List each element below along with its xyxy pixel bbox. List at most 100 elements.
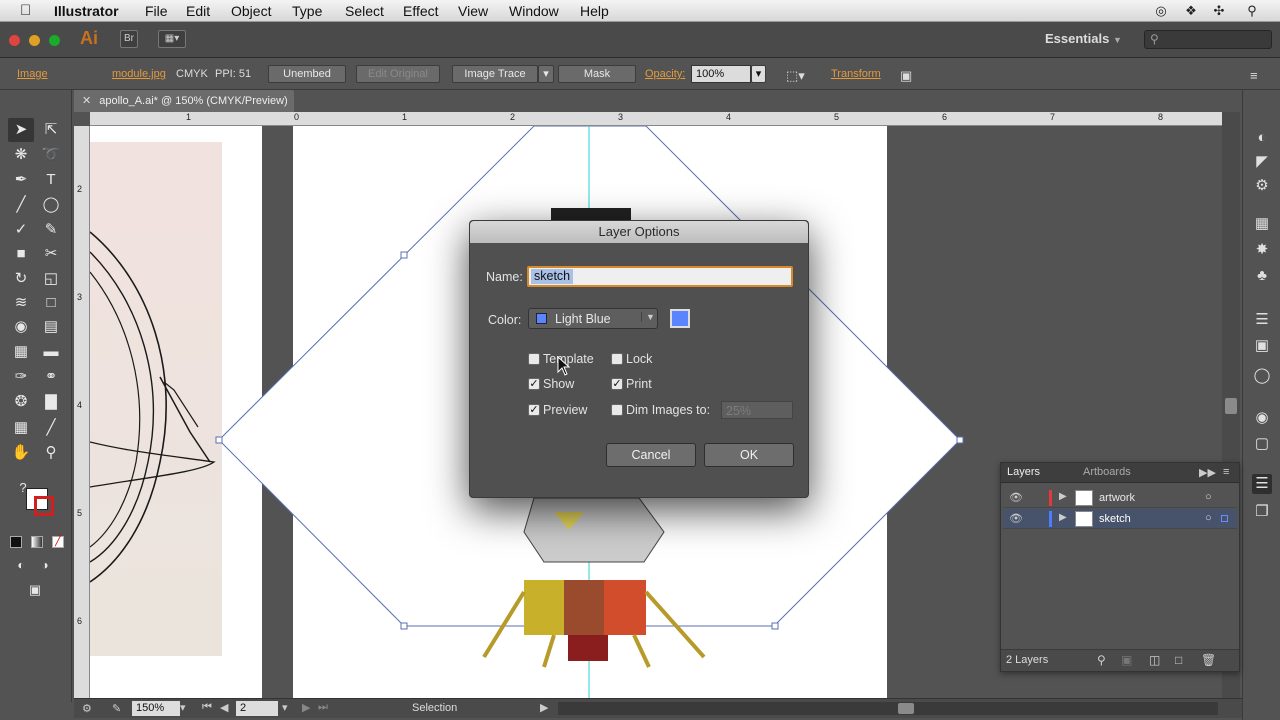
none-mode-icon[interactable]: ╱ — [52, 536, 64, 548]
isolate-icon[interactable]: ▣ — [900, 68, 912, 84]
previous-artboard-button[interactable]: ◀ — [220, 701, 228, 714]
zoom-window-button[interactable] — [49, 35, 60, 46]
gradient-tool-icon[interactable]: ▬ — [38, 340, 64, 364]
target-circle-icon[interactable]: ○ — [1205, 512, 1212, 524]
slice-tool-icon[interactable]: ╱ — [38, 416, 64, 440]
brushes-panel-icon[interactable]: ✸ — [1252, 240, 1272, 260]
menu-app[interactable]: Illustrator — [54, 3, 119, 19]
menu-view[interactable]: View — [458, 3, 488, 19]
first-artboard-button[interactable]: ⏮ — [202, 701, 212, 714]
lasso-tool-icon[interactable]: ➰ — [38, 143, 64, 167]
opacity-link[interactable]: Opacity: — [645, 68, 685, 80]
selection-tool-icon[interactable]: ➤ — [8, 118, 34, 142]
perspective-grid-tool-icon[interactable]: ▤ — [38, 315, 64, 339]
rotate-tool-icon[interactable]: ↻ — [8, 267, 34, 291]
menu-file[interactable]: File — [145, 3, 168, 19]
symbols-panel-icon[interactable]: ♣ — [1252, 266, 1272, 286]
kuler-panel-icon[interactable]: ⚙ — [1252, 176, 1272, 196]
artboards-panel-icon[interactable]: ❐ — [1252, 502, 1272, 522]
panel-menu-icon[interactable]: ≡ — [1250, 68, 1258, 83]
line-tool-icon[interactable]: ╱ — [8, 193, 34, 217]
make-clipping-mask-icon[interactable]: ▣ — [1121, 653, 1132, 667]
vertical-scroll-thumb[interactable] — [1225, 398, 1237, 414]
preview-checkbox[interactable]: ✓ — [528, 404, 540, 416]
preview-label[interactable]: Preview — [543, 403, 587, 417]
magic-wand-tool-icon[interactable]: ❋ — [8, 143, 34, 167]
dim-images-label[interactable]: Dim Images to: — [626, 403, 710, 417]
arrange-documents-button[interactable]: ▦▾ — [158, 30, 186, 48]
menu-type[interactable]: Type — [292, 3, 322, 19]
artboard-dropdown[interactable]: ▾ — [282, 701, 288, 714]
swatches-panel-icon[interactable]: ▦ — [1252, 214, 1272, 234]
lock-label[interactable]: Lock — [626, 352, 652, 366]
selection-indicator-icon[interactable] — [1221, 515, 1228, 522]
mesh-tool-icon[interactable]: ▦ — [8, 340, 34, 364]
workspace-switcher[interactable]: Essentials ▼ — [1045, 31, 1122, 46]
artboard-tool-icon[interactable]: ▦ — [8, 416, 34, 440]
gradient-mode-icon[interactable] — [31, 536, 43, 548]
close-window-button[interactable] — [9, 35, 20, 46]
menu-window[interactable]: Window — [509, 3, 559, 19]
menu-object[interactable]: Object — [231, 3, 271, 19]
pen-tool-icon[interactable]: ✒ — [8, 168, 34, 192]
horizontal-ruler[interactable]: 1 0 1 2 3 4 5 6 7 8 — [90, 112, 1222, 126]
symbol-sprayer-tool-icon[interactable]: ❂ — [8, 390, 34, 414]
blend-tool-icon[interactable]: ⚭ — [38, 365, 64, 389]
print-label[interactable]: Print — [626, 377, 652, 391]
network-icon[interactable]: ✣ — [1211, 3, 1227, 19]
ellipse-tool-icon[interactable]: ◯ — [38, 193, 64, 217]
layer-name[interactable]: artwork — [1099, 492, 1135, 504]
ok-button[interactable]: OK — [704, 443, 794, 467]
lock-checkbox[interactable] — [611, 353, 623, 365]
help-search-input[interactable]: ⚲ — [1144, 30, 1272, 49]
last-artboard-button[interactable]: ⏭ — [318, 701, 328, 714]
scale-tool-icon[interactable]: ◱ — [38, 267, 64, 291]
gradient-panel-icon[interactable]: ▣ — [1252, 336, 1272, 356]
print-checkbox[interactable]: ✓ — [611, 378, 623, 390]
screen-mode-icon[interactable]: ▣ — [22, 578, 48, 602]
opacity-input[interactable]: 100% — [691, 65, 751, 83]
status-menu-arrow[interactable]: ▶ — [540, 701, 548, 714]
next-artboard-button[interactable]: ▶ — [302, 701, 310, 714]
vertical-ruler[interactable]: 2 3 4 5 6 — [74, 126, 90, 698]
menu-select[interactable]: Select — [345, 3, 384, 19]
dim-images-checkbox[interactable] — [611, 404, 623, 416]
mask-button[interactable]: Mask — [558, 65, 636, 83]
hand-tool-icon[interactable]: ✋ — [8, 441, 34, 465]
document-tab[interactable]: ✕ apollo_A.ai* @ 150% (CMYK/Preview) — [74, 90, 294, 112]
visibility-eye-icon[interactable]: 👁 — [1009, 491, 1023, 504]
tab-layers[interactable]: Layers — [1007, 466, 1040, 478]
locate-object-icon[interactable]: ⚲ — [1097, 653, 1106, 667]
pencil-tool-icon[interactable]: ✎ — [38, 218, 64, 242]
cancel-button[interactable]: Cancel — [606, 443, 696, 467]
stroke-color-swatch[interactable] — [34, 496, 54, 516]
type-tool-icon[interactable]: T — [38, 168, 64, 192]
expand-triangle-icon[interactable]: ▶ — [1059, 512, 1067, 523]
dropbox-icon[interactable]: ❖ — [1183, 3, 1199, 19]
show-checkbox[interactable]: ✓ — [528, 378, 540, 390]
new-layer-icon[interactable]: □ — [1175, 653, 1182, 667]
object-type-link[interactable]: Image — [17, 68, 48, 80]
artboard-number-input[interactable]: 2 — [236, 701, 278, 716]
template-checkbox[interactable] — [528, 353, 540, 365]
draw-behind-icon[interactable]: ◑ — [32, 553, 58, 577]
delete-layer-icon[interactable]: 🗑 — [1201, 653, 1216, 667]
layers-panel-icon[interactable]: ☰ — [1252, 474, 1272, 494]
share-icon[interactable]: ✎ — [112, 702, 121, 715]
color-dropdown[interactable]: Light Blue ▼ — [528, 308, 658, 329]
image-trace-dropdown[interactable]: ▾ — [538, 65, 554, 83]
tab-artboards[interactable]: Artboards — [1083, 466, 1131, 478]
dim-images-input[interactable]: 25% — [721, 401, 793, 419]
expand-triangle-icon[interactable]: ▶ — [1059, 491, 1067, 502]
free-transform-tool-icon[interactable]: □ — [38, 291, 64, 315]
color-panel-icon[interactable]: ◐ — [1252, 128, 1272, 148]
color-guide-panel-icon[interactable]: ◤ — [1252, 152, 1272, 172]
transform-link[interactable]: Transform — [831, 68, 881, 80]
minimize-window-button[interactable] — [29, 35, 40, 46]
zoom-level-input[interactable]: 150% — [132, 701, 180, 716]
stroke-panel-icon[interactable]: ☰ — [1252, 310, 1272, 330]
paintbrush-tool-icon[interactable]: ✓ — [8, 218, 34, 242]
direct-selection-tool-icon[interactable]: ⇱ — [38, 118, 64, 142]
zoom-dropdown[interactable]: ▾ — [180, 701, 186, 714]
name-field[interactable]: sketch — [527, 266, 793, 287]
